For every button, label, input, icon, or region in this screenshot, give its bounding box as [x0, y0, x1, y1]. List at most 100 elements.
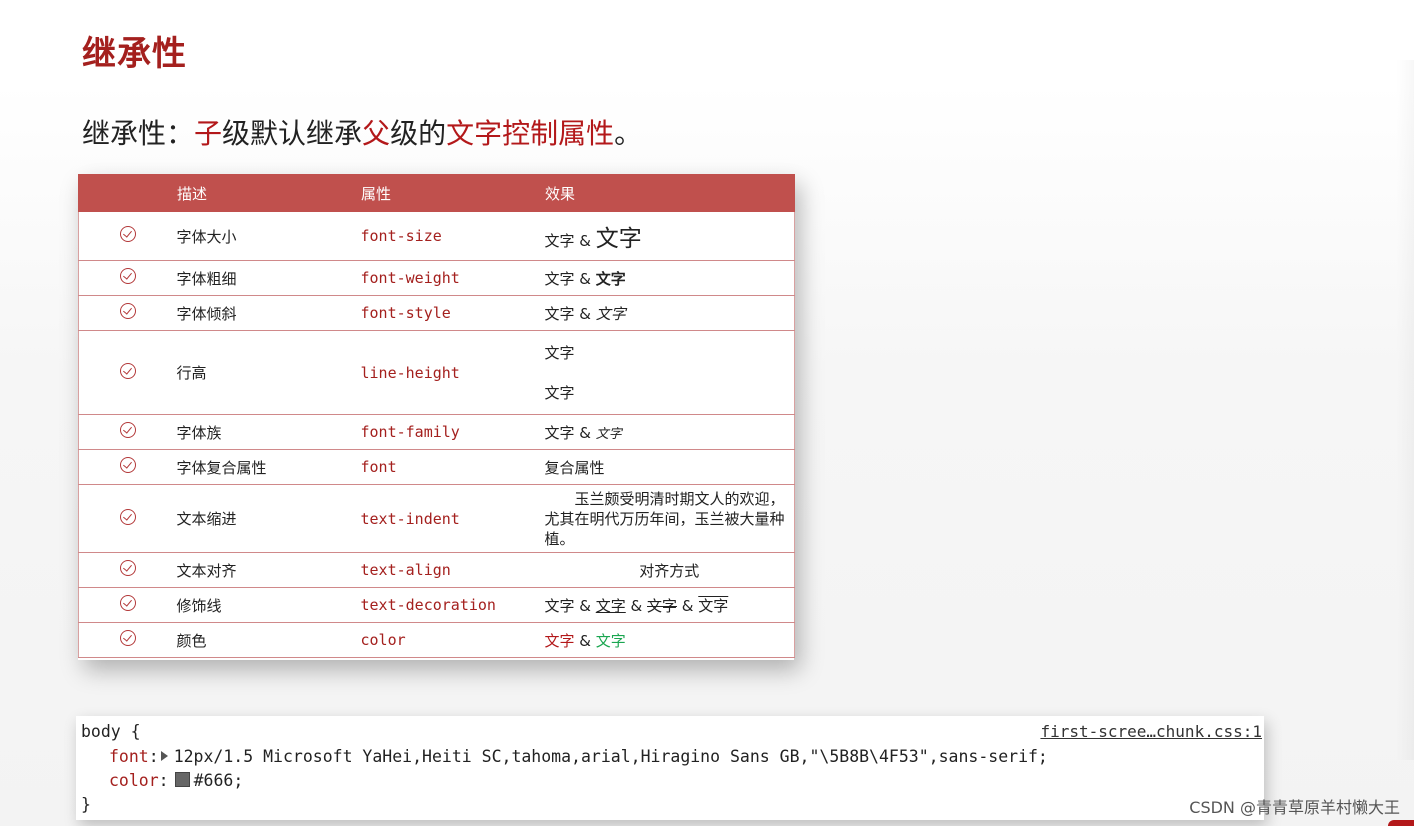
- check-circle-icon: [119, 362, 136, 379]
- row-desc: 修饰线: [176, 587, 361, 623]
- slide-subtitle: 继承性：子级默认继承父级的文字控制属性。: [82, 112, 642, 152]
- effect-sep: &: [574, 232, 596, 250]
- inheritance-table-card: 描述 属性 效果 字体大小 font-size 文字 & 文字 字体粗细 fon…: [78, 174, 795, 660]
- css-colon: :: [148, 747, 159, 766]
- row-desc: 字体族: [176, 414, 361, 450]
- row-desc: 颜色: [176, 622, 361, 658]
- row-effect: 文字 & 文字: [544, 211, 795, 261]
- effect-sep: &: [574, 631, 596, 650]
- row-effect: 玉兰颇受明清时期文人的欢迎，尤其在明代万历年间，玉兰被大量种植。: [544, 484, 795, 553]
- row-desc: 字体大小: [176, 211, 361, 261]
- css-source-link[interactable]: first-scree…chunk.css:1: [1040, 722, 1262, 741]
- table-row: 字体族 font-family 文字 & 文字: [78, 414, 795, 450]
- subtitle-highlight-parent: 父: [362, 117, 391, 150]
- color-swatch-icon[interactable]: [174, 772, 190, 787]
- header-desc: 描述: [176, 174, 361, 212]
- row-prop: font: [360, 449, 545, 485]
- row-prop: font-size: [360, 211, 545, 261]
- check-circle-icon: [119, 422, 136, 438]
- check-circle-icon: [119, 268, 136, 284]
- effect-text: 文字: [544, 269, 575, 288]
- row-prop: font-style: [360, 295, 545, 331]
- row-desc: 文本对齐: [176, 552, 361, 588]
- devtools-styles-panel: body { first-scree…chunk.css:1 font: 12px…: [76, 716, 1264, 820]
- effect-text-large: 文字: [595, 226, 642, 252]
- table-row: 颜色 color 文字 & 文字: [78, 622, 795, 658]
- effect-text-underline: 文字: [595, 596, 626, 615]
- subtitle-part: 级默认继承: [222, 117, 363, 150]
- row-prop: line-height: [360, 330, 545, 415]
- subtitle-highlight-child: 子: [194, 117, 223, 150]
- effect-text: 文字: [544, 423, 575, 442]
- css-prop-value[interactable]: 12px/1.5 Microsoft YaHei,Heiti SC,tahoma…: [174, 747, 1048, 766]
- row-effect: 文字 & 文字: [544, 295, 795, 331]
- row-effect: 对齐方式: [544, 552, 795, 588]
- table-row: 文本缩进 text-indent 玉兰颇受明清时期文人的欢迎，尤其在明代万历年间…: [78, 484, 795, 553]
- effect-sep: &: [574, 269, 596, 288]
- row-prop: text-align: [360, 552, 545, 588]
- css-prop-name[interactable]: color: [109, 771, 159, 790]
- effect-sep: &: [625, 596, 647, 615]
- header-prop: 属性: [360, 174, 545, 212]
- row-effect: 文字 & 文字 & 文字 & 文字: [544, 587, 795, 623]
- check-circle-icon: [119, 630, 136, 646]
- effect-text-overline: 文字: [698, 596, 729, 615]
- effect-sep: &: [677, 596, 699, 615]
- row-effect: 文字 & 文字: [544, 622, 795, 658]
- check-circle-icon: [119, 226, 136, 242]
- effect-text-bold: 文字: [595, 269, 626, 288]
- check-circle-icon: [119, 457, 136, 473]
- table-row: 字体大小 font-size 文字 & 文字: [78, 211, 795, 261]
- check-circle-icon: [119, 595, 136, 611]
- row-effect: 文字 文字: [544, 330, 795, 415]
- subtitle-part: 级的: [390, 117, 447, 150]
- row-desc: 字体粗细: [176, 260, 361, 296]
- effect-sep: &: [574, 304, 596, 323]
- slide-title: 继承性: [82, 34, 187, 74]
- row-effect: 文字 & 文字: [544, 260, 795, 296]
- table-row: 修饰线 text-decoration 文字 & 文字 & 文字 & 文字: [78, 587, 795, 623]
- css-prop-name[interactable]: font: [109, 747, 149, 766]
- effect-text: 文字: [544, 596, 575, 615]
- row-prop: text-decoration: [360, 587, 545, 623]
- header-icon-col: [78, 174, 177, 212]
- check-circle-icon: [119, 560, 136, 576]
- edge-shade: [1396, 60, 1414, 760]
- css-rule-font[interactable]: font: 12px/1.5 Microsoft YaHei,Heiti SC,t…: [109, 747, 1048, 766]
- row-prop: text-indent: [360, 484, 545, 553]
- table-header-row: 描述 属性 效果: [78, 174, 795, 212]
- effect-text: 文字: [544, 232, 575, 250]
- row-prop: font-weight: [360, 260, 545, 296]
- row-prop: font-family: [360, 414, 545, 450]
- inheritance-table: 描述 属性 效果 字体大小 font-size 文字 & 文字 字体粗细 fon…: [78, 174, 795, 658]
- css-prop-value[interactable]: #666;: [194, 771, 244, 790]
- table-row: 字体倾斜 font-style 文字 & 文字: [78, 295, 795, 331]
- table-row: 行高 line-height 文字 文字: [78, 330, 795, 415]
- effect-text: 文字: [544, 383, 575, 402]
- effect-indent-paragraph: 玉兰颇受明清时期文人的欢迎，尤其在明代万历年间，玉兰被大量种植。: [544, 489, 785, 548]
- corner-accent: [1388, 820, 1414, 826]
- row-effect: 文字 & 文字: [544, 414, 795, 450]
- subtitle-part: 。: [614, 117, 643, 150]
- effect-text: 文字: [544, 343, 575, 362]
- effect-text-red: 文字: [544, 631, 575, 650]
- effect-sep: &: [574, 596, 596, 615]
- css-selector[interactable]: body {: [81, 722, 141, 741]
- subtitle-part: 继承性：: [82, 117, 195, 150]
- row-effect: 复合属性: [544, 449, 795, 485]
- header-effect: 效果: [544, 174, 795, 212]
- row-prop: color: [360, 622, 545, 658]
- row-desc: 文本缩进: [176, 484, 361, 553]
- subtitle-highlight-text-props: 文字控制属性: [446, 117, 615, 150]
- effect-text-script: 文字: [595, 426, 622, 442]
- effect-text-italic: 文字: [595, 304, 626, 323]
- check-circle-icon: [119, 303, 136, 319]
- effect-sep: &: [574, 423, 596, 442]
- effect-text-linethrough: 文字: [647, 596, 678, 615]
- table-row: 字体粗细 font-weight 文字 & 文字: [78, 260, 795, 296]
- effect-text: 文字: [544, 304, 575, 323]
- table-row: 字体复合属性 font 复合属性: [78, 449, 795, 485]
- css-rule-color[interactable]: color: #666;: [109, 771, 243, 790]
- row-desc: 字体复合属性: [176, 449, 361, 485]
- expand-triangle-icon[interactable]: [160, 751, 168, 761]
